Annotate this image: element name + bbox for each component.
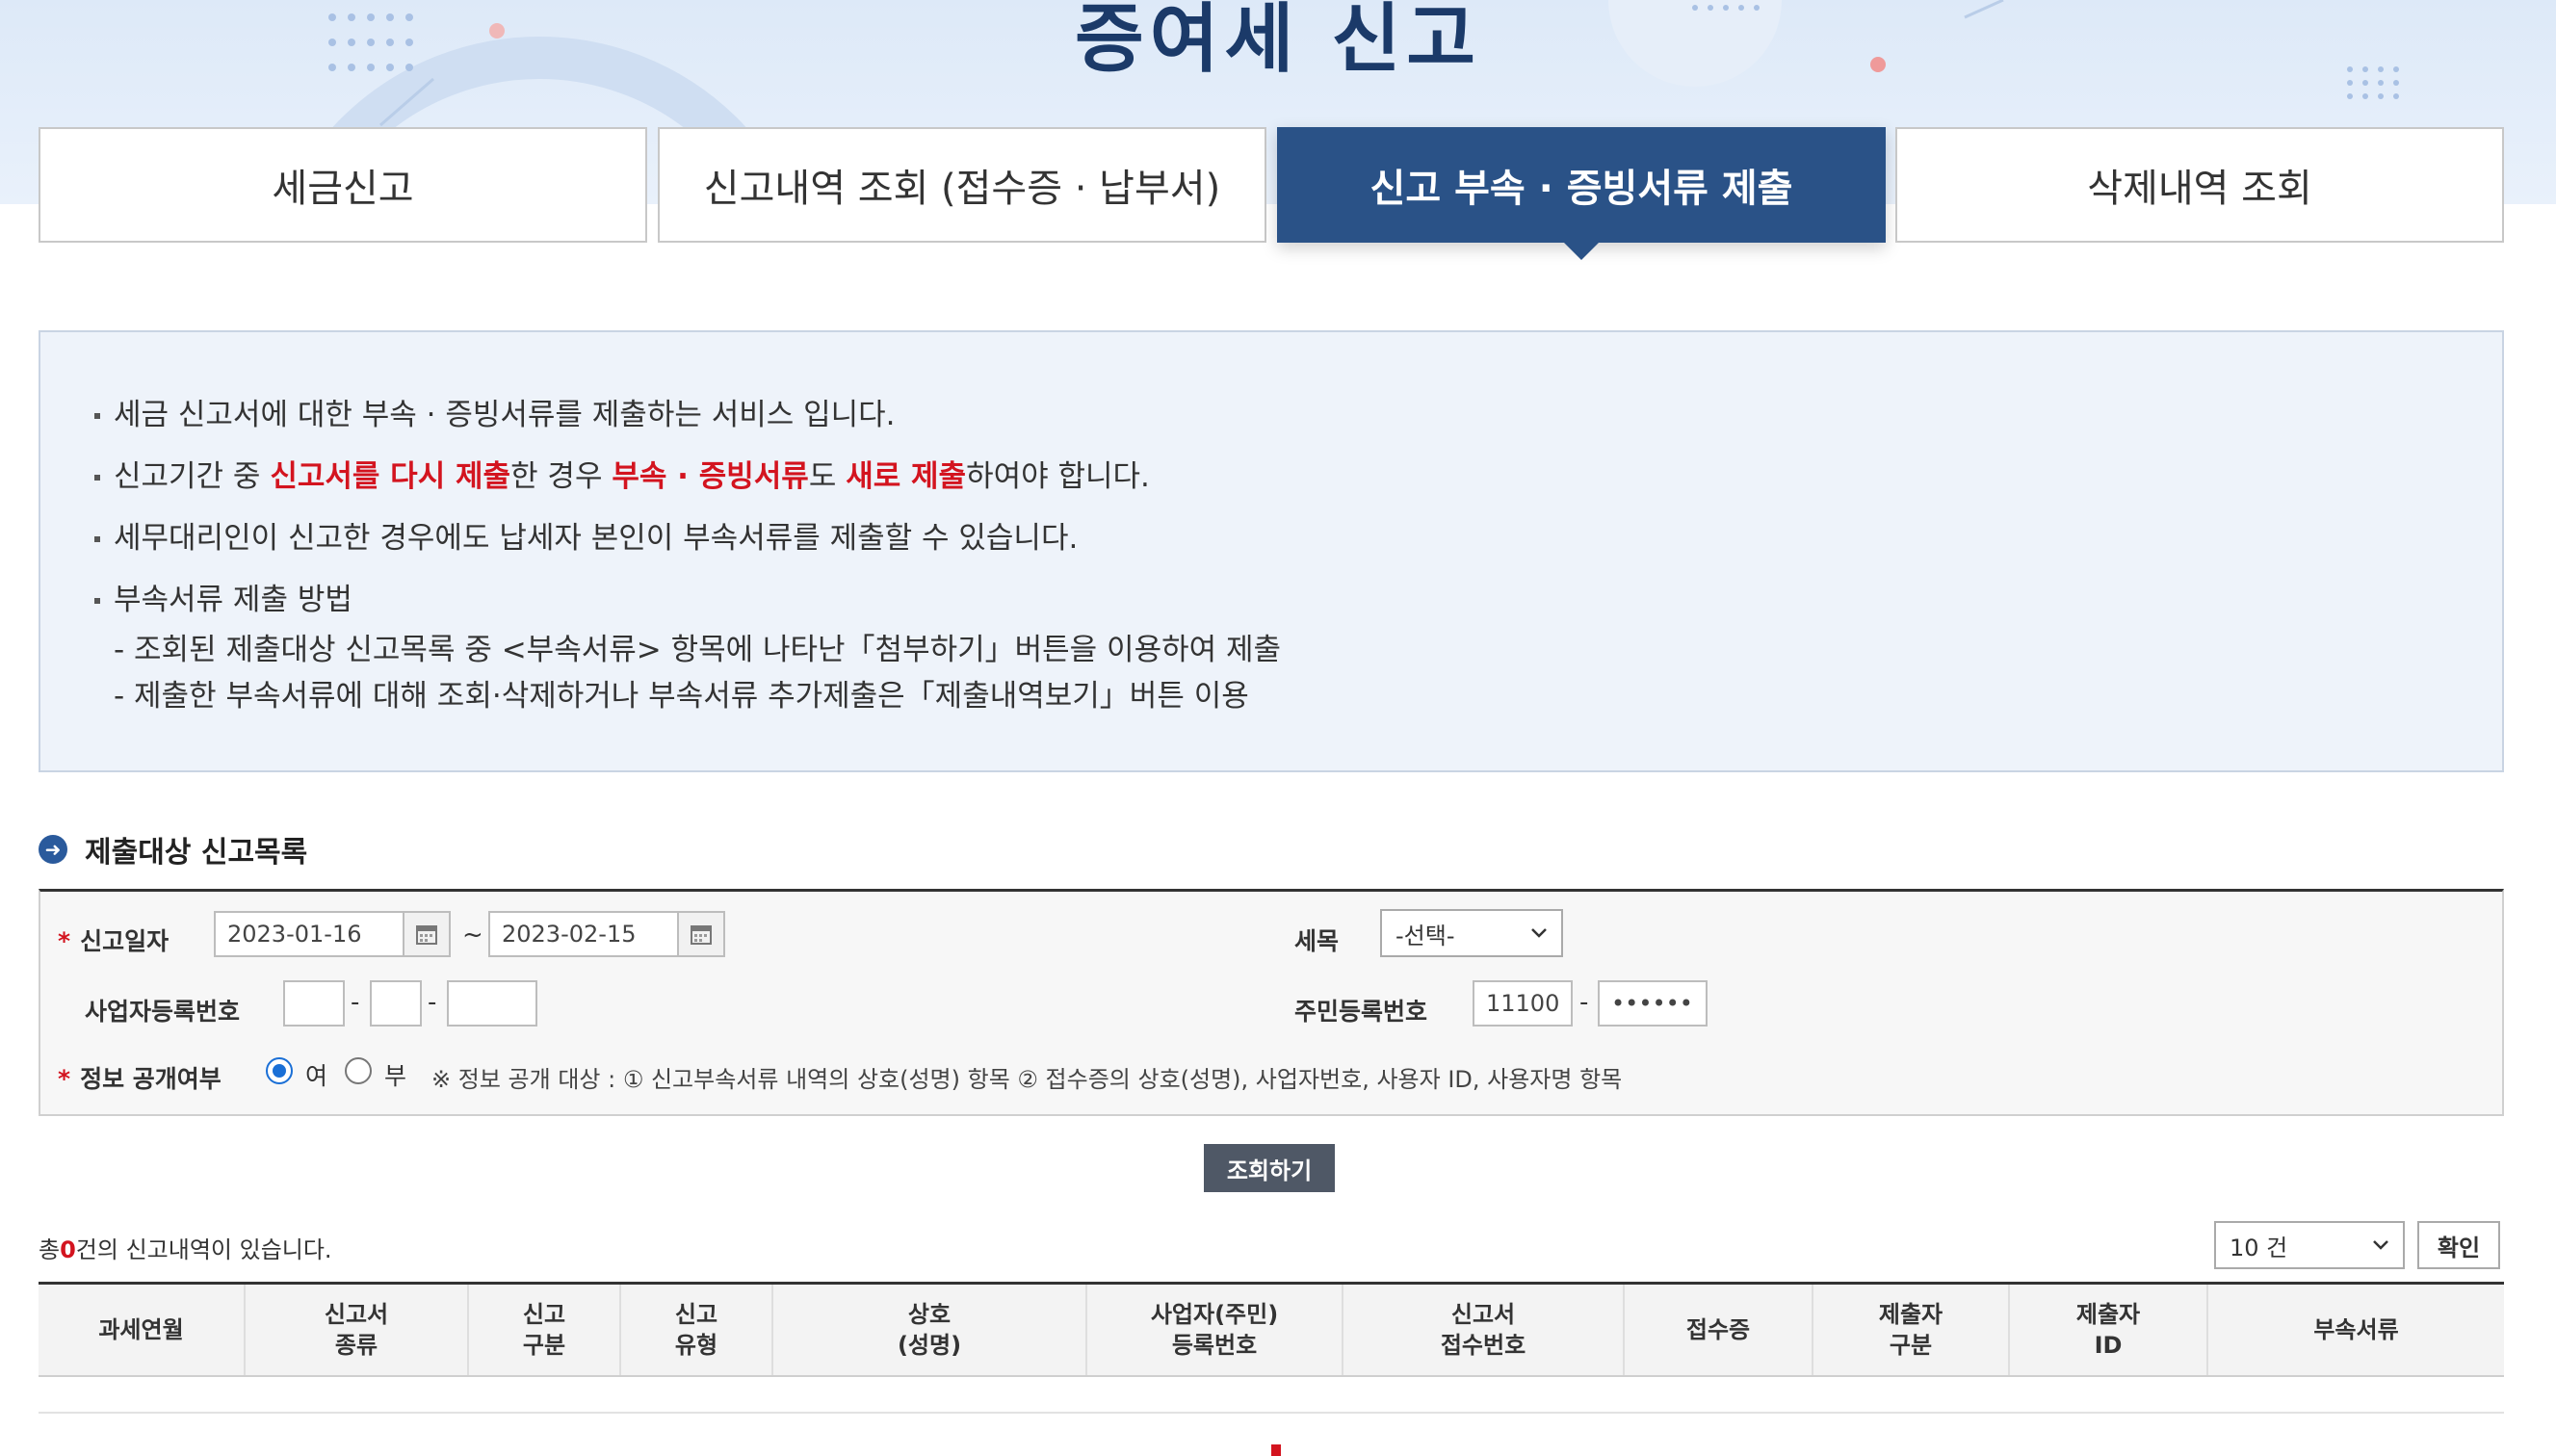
tab-attachment-submit[interactable]: 신고 부속 · 증빙서류 제출	[1277, 127, 1886, 260]
section-title-text: 제출대상 신고목록	[85, 836, 308, 870]
column-header: 제출자 구분	[1813, 1285, 2010, 1375]
dash: -	[428, 988, 437, 1017]
column-header: 접수증	[1625, 1285, 1813, 1375]
confirm-button[interactable]: 확인	[2417, 1221, 2500, 1269]
dash: -	[1579, 988, 1589, 1017]
arrow-circle-icon: ➜	[39, 835, 67, 864]
public-note: ※ 정보 공개 대상 : ① 신고부속서류 내역의 상호(성명) 항목 ② 접수…	[431, 1066, 1623, 1093]
date-to-input[interactable]	[488, 911, 679, 957]
tax-type-select-value: -선택-	[1395, 922, 1455, 949]
page-size-value: 10 건	[2230, 1234, 2288, 1261]
date-range-tilde: ~	[462, 921, 483, 949]
column-header: 신고 유형	[621, 1285, 773, 1375]
public-yes-label: 여	[305, 1062, 328, 1090]
search-button[interactable]: 조회하기	[1204, 1144, 1335, 1192]
column-header: 제출자 ID	[2010, 1285, 2208, 1375]
tax-type-label: 세목	[1294, 927, 1340, 955]
notice-highlight: 부속 · 증빙서류	[612, 459, 809, 494]
public-label: * 정보 공개여부	[58, 1060, 222, 1095]
notice-subline: - 조회된 제출대상 신고목록 중 <부속서류> 항목에 나타난「첨부하기」버튼…	[114, 633, 1282, 667]
tab-return-history[interactable]: 신고내역 조회 (접수증 · 납부서)	[658, 127, 1266, 243]
notice-line: 신고기간 중 신고서를 다시 제출한 경우 부속 · 증빙서류도 새로 제출하여…	[94, 455, 2502, 517]
page-title: 증여세 신고	[1075, 0, 1481, 83]
biz-number-part2[interactable]	[370, 980, 422, 1027]
section-title: ➜ 제출대상 신고목록	[39, 828, 307, 871]
public-no-radio[interactable]	[345, 1057, 372, 1084]
column-header: 상호 (성명)	[773, 1285, 1087, 1375]
notice-line: 세무대리인이 신고한 경우에도 납세자 본인이 부속서류를 제출할 수 있습니다…	[94, 517, 2502, 579]
result-count-prefix: 총	[39, 1236, 61, 1263]
column-header: 사업자(주민) 등록번호	[1087, 1285, 1343, 1375]
column-header: 신고서 접수번호	[1343, 1285, 1625, 1375]
tab-deleted-history[interactable]: 삭제내역 조회	[1895, 127, 2504, 243]
tab-tax-return[interactable]: 세금신고	[39, 127, 647, 243]
date-from-input[interactable]	[214, 911, 404, 957]
notice-line: 부속서류 제출 방법	[94, 579, 2502, 627]
calendar-icon[interactable]	[677, 911, 725, 957]
result-count-suffix: 건의 신고내역이 있습니다.	[75, 1236, 332, 1263]
rrn-front-input[interactable]	[1473, 980, 1573, 1027]
chevron-down-icon	[1531, 928, 1547, 938]
required-mark: *	[58, 1065, 71, 1093]
notice-highlight: 신고서를 다시 제출	[270, 459, 511, 494]
date-label: * 신고일자	[58, 923, 169, 957]
notice-text: 도	[808, 459, 847, 494]
required-mark: *	[58, 927, 71, 955]
notice-text: 한 경우	[510, 459, 613, 494]
page-size-select[interactable]: 10 건	[2214, 1221, 2405, 1269]
column-header: 과세연월	[39, 1285, 246, 1375]
column-header: 신고서 종류	[246, 1285, 469, 1375]
dash: -	[351, 988, 360, 1017]
tax-type-select[interactable]: -선택-	[1380, 909, 1563, 957]
tab-bar: 세금신고 신고내역 조회 (접수증 · 납부서) 신고 부속 · 증빙서류 제출…	[39, 127, 2504, 260]
pagination-fragment	[1271, 1444, 1281, 1456]
rrn-back-input[interactable]	[1598, 980, 1708, 1027]
result-table-header: 과세연월 신고서 종류 신고 구분 신고 유형 상호 (성명) 사업자(주민) …	[39, 1282, 2504, 1377]
notice-highlight: 새로 제출	[846, 459, 967, 494]
public-no-label: 부	[384, 1062, 407, 1090]
rrn-label: 주민등록번호	[1294, 998, 1428, 1026]
public-yes-radio[interactable]	[266, 1057, 293, 1084]
column-header: 신고 구분	[469, 1285, 621, 1375]
column-header: 부속서류	[2313, 1316, 2399, 1343]
date-label-text: 신고일자	[80, 927, 170, 955]
calendar-icon[interactable]	[403, 911, 451, 957]
result-count: 총0건의 신고내역이 있습니다.	[39, 1231, 332, 1264]
notice-line: 세금 신고서에 대한 부속 · 증빙서류를 제출하는 서비스 입니다.	[94, 394, 2502, 455]
biz-number-part1[interactable]	[283, 980, 345, 1027]
notice-text: 신고기간 중	[114, 459, 271, 494]
biz-number-label: 사업자등록번호	[85, 998, 241, 1026]
table-bottom-line	[39, 1412, 2504, 1414]
notice-subline: - 제출한 부속서류에 대해 조회·삭제하거나 부속서류 추가제출은「제출내역보…	[114, 679, 1249, 714]
notice-box: 세금 신고서에 대한 부속 · 증빙서류를 제출하는 서비스 입니다. 신고기간…	[39, 330, 2504, 772]
biz-number-part3[interactable]	[447, 980, 537, 1027]
notice-text: 하여야 합니다.	[966, 459, 1150, 494]
public-label-text: 정보 공개여부	[80, 1065, 222, 1093]
search-form: * 신고일자 ~ 세목 -선택- 사업자등록번호 - - 주민등록번호 - * 정보…	[39, 889, 2504, 1116]
result-count-number: 0	[60, 1236, 76, 1263]
chevron-down-icon	[2373, 1240, 2388, 1250]
